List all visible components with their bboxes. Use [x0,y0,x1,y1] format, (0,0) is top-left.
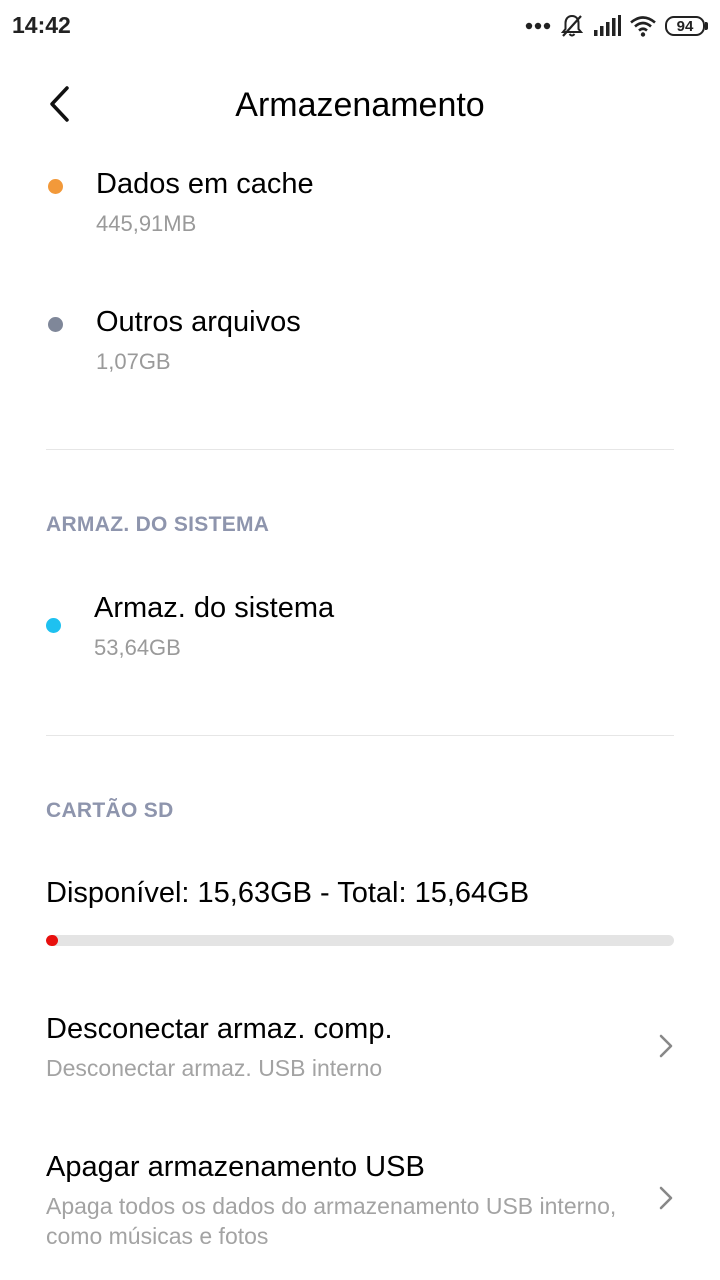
battery-icon: 94 [665,16,708,36]
status-time: 14:42 [12,12,71,38]
menu-title: Apagar armazenamento USB [46,1151,425,1183]
storage-item-label: Dados em cache [96,168,314,200]
sd-usage-fill [46,935,58,946]
cache-color-dot [48,179,63,194]
chevron-right-icon [659,1034,673,1058]
divider [46,449,674,450]
storage-screen: 14:42 94 Armazenamento Dados em cache 44… [0,0,720,1280]
divider [46,735,674,736]
storage-item-size: 1,07GB [96,349,171,374]
sd-card-summary: Disponível: 15,63GB - Total: 15,64GB [46,877,530,909]
status-bar: 14:42 94 [0,0,720,52]
system-color-dot [46,618,61,633]
storage-item-cache[interactable]: Dados em cache 445,91MB [0,160,720,260]
section-header-sd-card: CARTÃO SD [46,799,174,822]
wifi-icon [629,15,657,37]
status-icons: 94 [525,12,708,40]
page-title: Armazenamento [235,86,485,124]
unmount-storage-row[interactable]: Desconectar armaz. comp. Desconectar arm… [0,995,720,1105]
header: Armazenamento [0,64,720,144]
erase-usb-storage-row[interactable]: Apagar armazenamento USB Apaga todos os … [0,1133,720,1263]
menu-subtitle: Desconectar armaz. USB interno [46,1055,383,1081]
signal-icon [593,15,621,37]
battery-level: 94 [665,16,705,36]
storage-item-other-files[interactable]: Outros arquivos 1,07GB [0,298,720,398]
storage-item-size: 53,64GB [94,635,181,660]
storage-item-label: Outros arquivos [96,306,301,338]
menu-title: Desconectar armaz. comp. [46,1013,393,1045]
chevron-right-icon [659,1186,673,1210]
storage-item-system[interactable]: Armaz. do sistema 53,64GB [0,584,720,684]
section-header-system: ARMAZ. DO SISTEMA [46,513,270,536]
sd-usage-bar [46,935,674,946]
other-files-color-dot [48,317,63,332]
storage-item-label: Armaz. do sistema [94,592,335,624]
silent-bell-icon [559,13,585,39]
more-dots-icon [525,22,551,30]
storage-item-size: 445,91MB [96,211,197,236]
menu-subtitle: Apaga todos os dados do armazenamento US… [46,1193,617,1249]
